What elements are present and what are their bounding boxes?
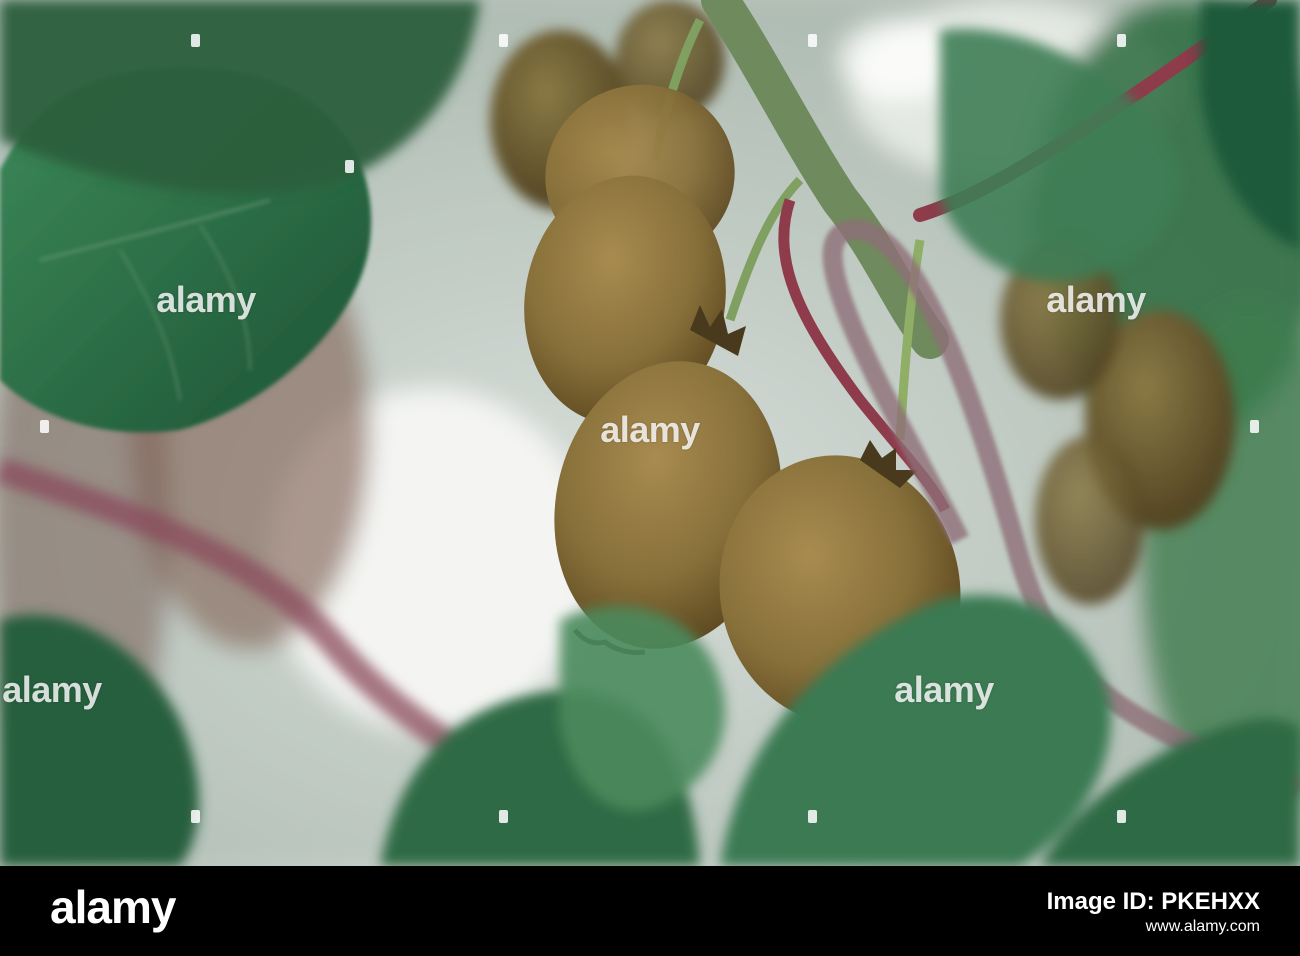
footer-meta: Image ID: PKEHXX www.alamy.com	[1047, 884, 1260, 936]
image-id: Image ID: PKEHXX	[1046, 888, 1260, 915]
watermark-dot	[1117, 34, 1126, 47]
watermark-dot	[808, 810, 817, 823]
watermark-dot	[1250, 420, 1259, 433]
watermark-dot	[499, 34, 508, 47]
watermark-dot	[191, 34, 200, 47]
watermark-dot	[345, 160, 354, 173]
site-link[interactable]: www.alamy.com	[1047, 918, 1260, 936]
watermark-logo: alamy	[156, 279, 256, 320]
watermark-logo: alamy	[894, 669, 994, 710]
stock-footer-bar: alamy Image ID: PKEHXX www.alamy.com	[0, 866, 1300, 956]
watermark-dot	[1117, 810, 1126, 823]
watermark-dot	[808, 34, 817, 47]
watermark-logo: alamy	[2, 669, 102, 710]
watermark-dot	[499, 810, 508, 823]
watermark-dot	[40, 420, 49, 433]
footer-logo[interactable]: alamy	[50, 880, 176, 934]
watermark-logo: alamy	[1046, 279, 1146, 320]
watermark-logo: alamy	[600, 409, 700, 450]
watermark-dot	[191, 810, 200, 823]
photo: alamy alamy alamy alamy alamy	[0, 0, 1300, 866]
